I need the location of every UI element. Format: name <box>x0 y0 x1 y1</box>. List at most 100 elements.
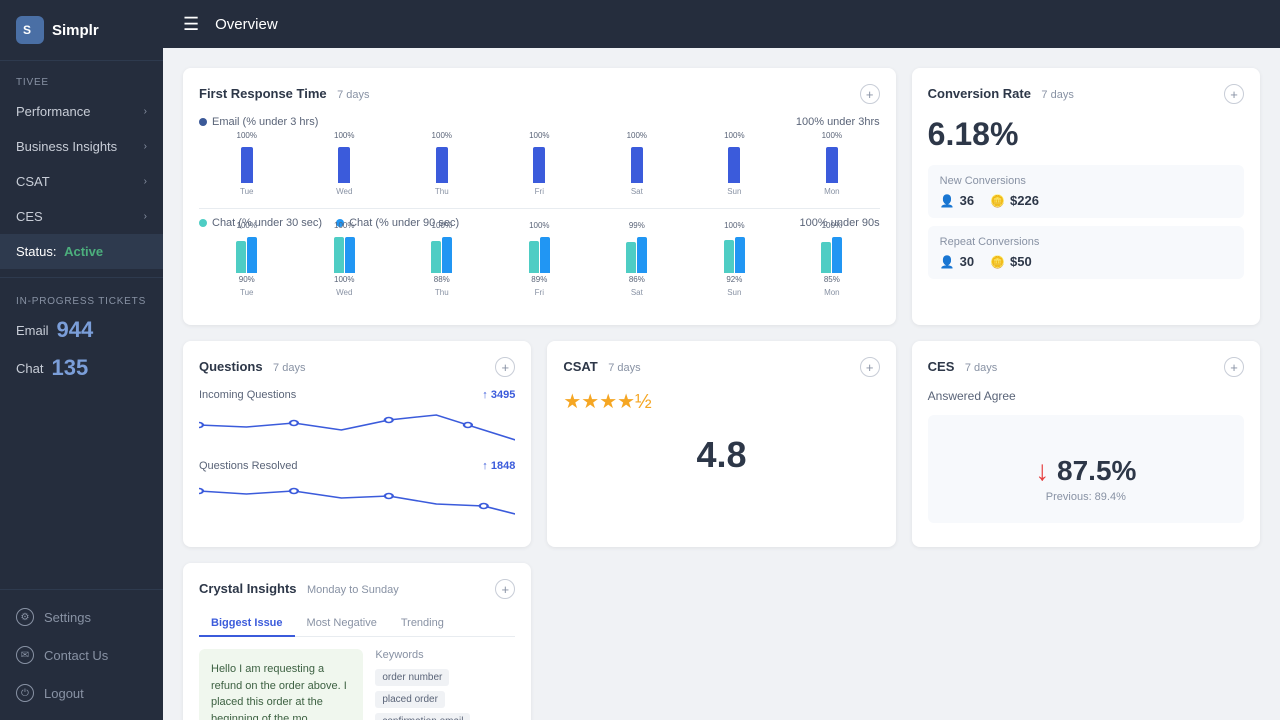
bar-container <box>821 233 842 273</box>
card-header: Crystal Insights Monday to Sunday + <box>199 579 515 599</box>
email-dot <box>199 118 207 126</box>
bar-label-top: 100% <box>334 221 354 230</box>
first-response-period: 7 days <box>337 89 369 101</box>
person-icon: 👤 <box>940 194 955 208</box>
card-title-area: Crystal Insights Monday to Sunday <box>199 580 399 598</box>
chevron-right-icon: › <box>144 176 147 187</box>
chat-blue-bar <box>637 237 647 273</box>
bar-label-top: 100% <box>237 131 257 140</box>
csat-card: CSAT 7 days + ★★★★½ 4.8 <box>547 341 895 547</box>
chat-blue-bar <box>345 237 355 273</box>
bar-label-top: 100% <box>724 131 744 140</box>
card-header: CSAT 7 days + <box>563 357 879 377</box>
ces-period: 7 days <box>965 362 997 374</box>
crystal-message: Hello I am requesting a refund on the or… <box>199 649 363 720</box>
keywords-label: Keywords <box>375 649 515 661</box>
chevron-right-icon: › <box>144 141 147 152</box>
new-revenue: $226 <box>1010 193 1039 208</box>
tab-biggest-issue[interactable]: Biggest Issue <box>199 611 295 637</box>
email-bar-chart: 100% Tue 100% Wed 100% Thu 100% Fri 100%… <box>199 136 880 196</box>
card-add-button[interactable]: + <box>860 84 880 104</box>
chart-legend: Email (% under 3 hrs) 100% under 3hrs <box>199 116 880 128</box>
bar-container <box>241 143 253 183</box>
sidebar-logout[interactable]: ⏻ Logout <box>0 674 163 712</box>
bar-day: Wed <box>336 187 352 196</box>
bar-group-email-tue: 100% Tue <box>199 131 295 196</box>
in-progress-section-label: IN-PROGRESS TICKETS <box>0 286 163 311</box>
repeat-count-item: 👤 30 <box>940 254 974 269</box>
content-area: First Response Time 7 days + Email (% un… <box>163 48 1280 720</box>
bar-container <box>436 143 448 183</box>
bar-day: Fri <box>535 288 544 297</box>
card-add-button[interactable]: + <box>495 579 515 599</box>
bar-container <box>529 233 550 273</box>
hamburger-icon[interactable]: ☰ <box>183 14 199 35</box>
sidebar-item-business-insights[interactable]: Business Insights › <box>0 129 163 164</box>
sidebar-settings[interactable]: ⚙ Settings <box>0 598 163 636</box>
chat-blue-bar <box>832 237 842 273</box>
bar-label-side: 88% <box>434 275 450 284</box>
bar-label-side: 90% <box>239 275 255 284</box>
card-title-area: Questions 7 days <box>199 358 305 376</box>
tab-most-negative[interactable]: Most Negative <box>295 611 389 637</box>
email-bar <box>338 147 350 183</box>
sidebar-item-ces[interactable]: CES › <box>0 199 163 234</box>
up-arrow-icon: ↑ <box>482 460 488 472</box>
email-bar <box>728 147 740 183</box>
card-add-button[interactable]: + <box>495 357 515 377</box>
logo-icon: S <box>16 16 44 44</box>
crystal-tabs: Biggest Issue Most Negative Trending <box>199 611 515 637</box>
bar-label-top: 100% <box>237 221 257 230</box>
ticket-chat: Chat 135 <box>0 349 163 387</box>
csat-period: 7 days <box>608 362 640 374</box>
bar-day: Thu <box>435 187 449 196</box>
gear-icon: ⚙ <box>16 608 34 626</box>
bar-day: Sun <box>727 288 741 297</box>
incoming-label: Incoming Questions <box>199 389 296 401</box>
chat-cyan-bar <box>529 241 539 273</box>
card-header: Conversion Rate 7 days + <box>928 84 1244 104</box>
logo-area: S Simplr <box>0 0 163 61</box>
chat-cyan-bar <box>724 240 734 273</box>
email-legend-item: Email (% under 3 hrs) <box>199 116 318 128</box>
chat-cyan-bar <box>431 241 441 273</box>
bar-group-chat-sun: 100% 92% Sun <box>687 221 783 297</box>
sidebar: S Simplr TIVEE Performance › Business In… <box>0 0 163 720</box>
ces-answered-label: Answered Agree <box>928 389 1244 403</box>
bar-label-top: 100% <box>334 131 354 140</box>
sidebar-item-performance[interactable]: Performance › <box>0 94 163 129</box>
chat-chart-section: Chat (% under 30 sec) Chat (% under 90 s… <box>199 217 880 297</box>
tab-trending[interactable]: Trending <box>389 611 456 637</box>
bar-label-top: 100% <box>529 131 549 140</box>
down-arrow-icon: ↓ <box>1035 455 1049 486</box>
crystal-title: Crystal Insights <box>199 581 297 596</box>
card-add-button[interactable]: + <box>1224 84 1244 104</box>
bar-group-email-sat: 100% Sat <box>589 131 685 196</box>
sidebar-item-label: Business Insights <box>16 139 117 154</box>
topbar: ☰ Overview <box>163 0 1280 48</box>
card-add-button[interactable]: + <box>1224 357 1244 377</box>
email-threshold-val: under 3hrs <box>827 116 880 128</box>
keyword-tag: confirmation email <box>375 713 470 720</box>
message-icon: ✉ <box>16 646 34 664</box>
bar-container <box>724 233 745 273</box>
bar-label-top: 100% <box>432 131 452 140</box>
chat-blue-bar <box>247 237 257 273</box>
bar-label-side: 89% <box>531 275 547 284</box>
bar-group-chat-sat: 99% 86% Sat <box>589 221 685 297</box>
resolved-header: Questions Resolved ↑ 1848 <box>199 460 515 472</box>
sidebar-contact[interactable]: ✉ Contact Us <box>0 636 163 674</box>
conversion-period: 7 days <box>1041 89 1073 101</box>
incoming-value: ↑ 3495 <box>482 389 515 401</box>
card-add-button[interactable]: + <box>860 357 880 377</box>
main-area: ☰ Overview First Response Time 7 days + … <box>163 0 1280 720</box>
sidebar-item-csat[interactable]: CSAT › <box>0 164 163 199</box>
sidebar-item-label: Performance <box>16 104 90 119</box>
logo-text: Simplr <box>52 22 99 39</box>
bar-group-email-fri: 100% Fri <box>492 131 588 196</box>
ces-previous: Previous: 89.4% <box>940 491 1232 503</box>
bar-group-email-wed: 100% Wed <box>297 131 393 196</box>
bar-day: Sun <box>727 187 741 196</box>
bar-label-top: 100% <box>432 221 452 230</box>
bar-group-chat-fri: 100% 89% Fri <box>492 221 588 297</box>
